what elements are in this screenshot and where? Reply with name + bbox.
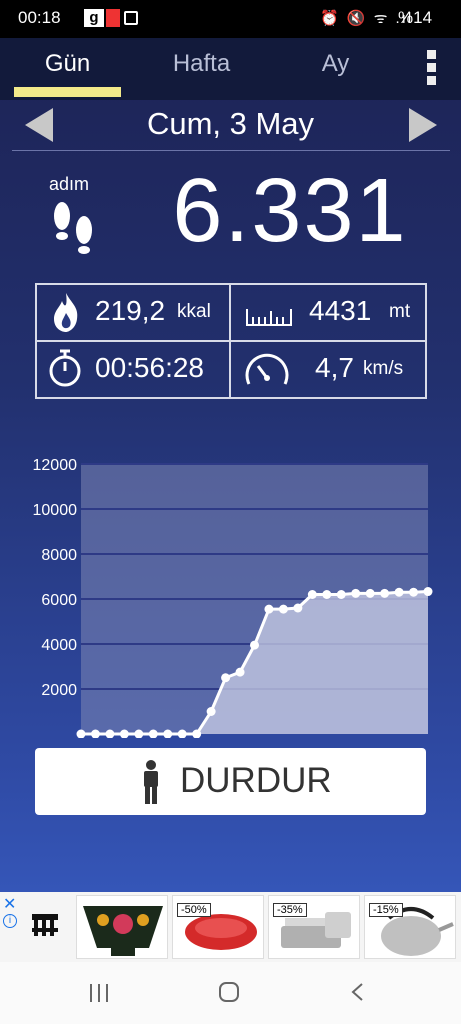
recent-apps-button[interactable]	[90, 984, 110, 1002]
chart-data-point	[322, 590, 332, 599]
person-icon	[144, 760, 158, 804]
notification-icon: g	[84, 9, 104, 27]
notification-icon-red	[106, 9, 120, 27]
system-navigation-bar	[0, 962, 461, 1024]
current-date: Cum, 3 May	[146, 106, 315, 141]
tab-day[interactable]: Gün	[14, 50, 121, 78]
ad-close-icon[interactable]: ✕	[3, 894, 16, 914]
ad-product-bowl[interactable]	[76, 895, 168, 959]
chart-data-point	[293, 603, 303, 613]
speed-unit: km/s	[363, 358, 404, 379]
home-button[interactable]	[219, 982, 239, 1002]
date-navigator: Cum, 3 May	[0, 100, 461, 152]
notification-icon-check	[124, 11, 138, 25]
chart-data-point	[278, 604, 288, 614]
ad-product-kettle[interactable]: -15%	[364, 895, 456, 959]
chart-y-tick-label: 6000	[41, 592, 77, 609]
stop-button-label: DURDUR	[180, 761, 332, 800]
steps-label: adım	[49, 174, 90, 194]
footprints-icon	[54, 202, 92, 254]
pedometer-app: Gün Hafta Ay Cum, 3 May adım 6.331 219,2…	[0, 38, 461, 892]
calories-value: 219,2	[95, 295, 166, 326]
chart-data-point	[380, 588, 390, 598]
ad-logo	[32, 914, 58, 936]
steps-count: 6.331	[172, 161, 408, 261]
next-day-button[interactable]	[409, 108, 437, 142]
duration-value: 00:56:28	[95, 352, 204, 383]
chart-data-point	[264, 604, 274, 614]
chart-data-point	[409, 587, 419, 597]
chart-y-tick-label: 12000	[33, 457, 78, 474]
chart-data-point	[336, 590, 346, 599]
divider	[12, 150, 450, 151]
stopwatch-icon	[49, 349, 81, 387]
status-bar: 00:18 g ⏰ 🔇 ᯤ .ıl %14	[0, 0, 461, 38]
chart-data-point	[394, 587, 404, 597]
stat-calories: 219,2 kkal	[37, 285, 229, 340]
chart-data-point	[250, 640, 259, 650]
speed-value: 4,7	[315, 352, 354, 383]
stats-grid: 219,2 kkal 4431 mt 00:56:28 4,7 km/s	[35, 283, 427, 399]
tab-week[interactable]: Hafta	[148, 50, 255, 78]
ad-product-mold[interactable]: -50%	[172, 895, 264, 959]
chart-data-point	[206, 707, 216, 716]
stop-button[interactable]: DURDUR	[35, 748, 426, 815]
speedometer-icon	[245, 353, 289, 385]
chart-data-point	[221, 673, 231, 683]
chart-data-point	[307, 590, 317, 599]
chart-data-point	[365, 588, 375, 598]
ad-discount-badge: -35%	[273, 903, 307, 917]
chart-y-tick-label: 2000	[41, 682, 77, 699]
tab-indicator	[14, 87, 121, 97]
chart-y-tick-label: 4000	[41, 637, 77, 654]
ad-product-dish-rack[interactable]: -35%	[268, 895, 360, 959]
chart-data-point	[423, 587, 433, 597]
ad-banner[interactable]: ✕ i -50% -35% -15%	[0, 892, 461, 962]
ad-discount-badge: -15%	[369, 903, 403, 917]
calories-unit: kkal	[177, 301, 211, 322]
overflow-menu-icon[interactable]	[425, 50, 439, 88]
ad-info-icon[interactable]: i	[3, 914, 17, 928]
distance-unit: mt	[389, 301, 411, 322]
back-button[interactable]	[350, 982, 364, 1002]
chart-y-tick-label: 10000	[33, 502, 78, 519]
chart-data-point	[235, 667, 245, 677]
stat-duration: 00:56:28	[37, 342, 229, 397]
chart-data-point	[351, 588, 361, 598]
stat-speed: 4,7 km/s	[231, 342, 425, 397]
distance-value: 4431	[309, 295, 372, 326]
battery-indicator: %14	[398, 8, 433, 27]
stat-distance: 4431 mt	[231, 285, 425, 340]
ad-discount-badge: -50%	[177, 903, 211, 917]
period-tabs: Gün Hafta Ay	[0, 38, 461, 100]
status-time: 00:18	[18, 8, 61, 27]
chart-y-tick-label: 8000	[41, 547, 77, 564]
flame-icon	[54, 293, 78, 332]
previous-day-button[interactable]	[25, 108, 53, 142]
steps-chart: 2000400060008000100001200024681012141618…	[33, 457, 433, 738]
tab-month[interactable]: Ay	[282, 50, 389, 78]
ruler-icon	[246, 309, 292, 326]
